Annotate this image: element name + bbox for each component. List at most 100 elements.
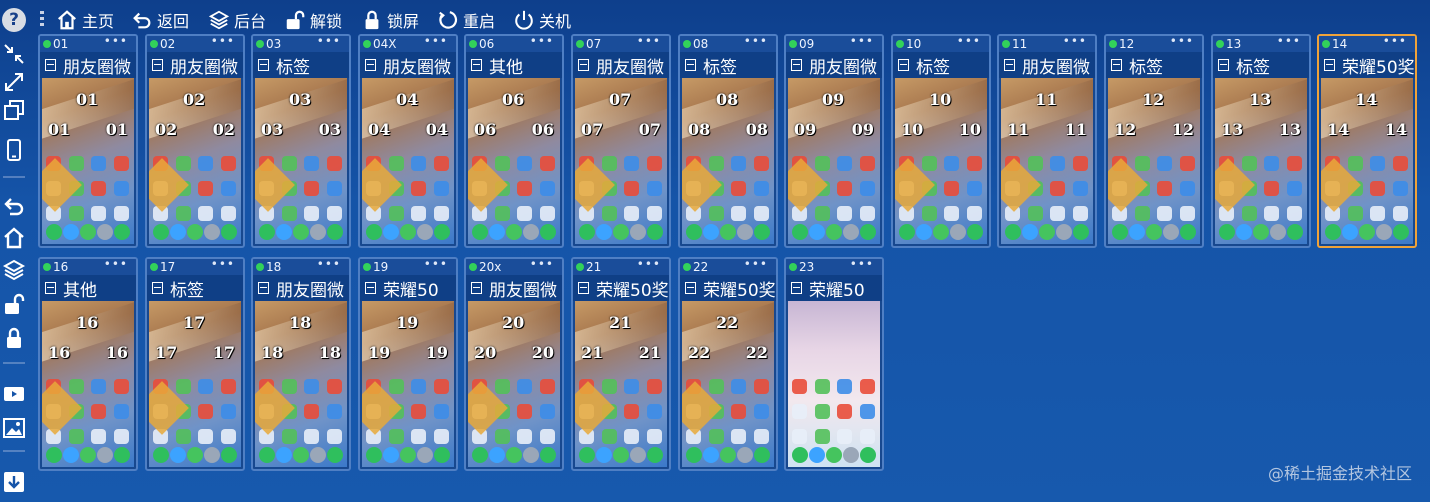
window-icon[interactable] xyxy=(45,282,56,294)
home-icon[interactable] xyxy=(2,226,26,250)
window-icon[interactable] xyxy=(791,59,802,71)
more-icon[interactable]: ••• xyxy=(1170,36,1194,48)
device-tile[interactable]: 06 ••• 其他 06 06 06 xyxy=(464,34,564,248)
device-tile[interactable]: 13 ••• 标签 13 13 13 xyxy=(1211,34,1311,248)
device-tile[interactable]: 02 ••• 朋友圈微 02 02 02 xyxy=(145,34,245,248)
device-tile[interactable]: 17 ••• 标签 17 17 17 xyxy=(145,257,245,471)
shutdown-button[interactable]: 关机 xyxy=(513,8,571,32)
image-icon[interactable] xyxy=(2,416,26,440)
device-screen[interactable]: 10 10 10 xyxy=(895,78,987,244)
more-icon[interactable]: ••• xyxy=(850,259,874,271)
more-icon[interactable]: ••• xyxy=(744,36,768,48)
device-screen[interactable]: 17 17 17 xyxy=(149,301,241,467)
more-icon[interactable]: ••• xyxy=(530,259,554,271)
device-screen[interactable]: 03 03 03 xyxy=(255,78,347,244)
more-icon[interactable]: ••• xyxy=(1383,36,1407,48)
device-screen[interactable]: 11 11 11 xyxy=(1001,78,1093,244)
back-icon[interactable] xyxy=(2,194,26,218)
window-icon[interactable] xyxy=(791,282,802,294)
window-icon[interactable] xyxy=(471,282,482,294)
device-tile[interactable]: 12 ••• 标签 12 12 12 xyxy=(1104,34,1204,248)
more-icon[interactable]: ••• xyxy=(424,36,448,48)
more-icon[interactable]: ••• xyxy=(744,259,768,271)
restart-button[interactable]: 重启 xyxy=(437,8,495,32)
device-screen[interactable] xyxy=(788,301,880,467)
more-icon[interactable]: ••• xyxy=(957,36,981,48)
more-icon[interactable]: ••• xyxy=(530,36,554,48)
device-screen[interactable]: 04 04 04 xyxy=(362,78,454,244)
device-screen[interactable]: 16 16 16 xyxy=(42,301,134,467)
copy-icon[interactable] xyxy=(2,98,26,122)
window-icon[interactable] xyxy=(685,59,696,71)
window-icon[interactable] xyxy=(1324,59,1335,71)
device-tile[interactable]: 16 ••• 其他 16 16 16 xyxy=(38,257,138,471)
more-icon[interactable]: ••• xyxy=(317,36,341,48)
more-icon[interactable]: ••• xyxy=(424,259,448,271)
layers-icon[interactable] xyxy=(2,258,26,282)
window-icon[interactable] xyxy=(258,59,269,71)
window-icon[interactable] xyxy=(898,59,909,71)
more-icon[interactable]: ••• xyxy=(1063,36,1087,48)
more-icon[interactable]: ••• xyxy=(1277,36,1301,48)
window-icon[interactable] xyxy=(471,59,482,71)
device-tile[interactable]: 14 ••• 荣耀50奖 14 14 14 xyxy=(1317,34,1417,248)
home-button[interactable]: 主页 xyxy=(56,8,114,32)
unlock-button[interactable]: 解锁 xyxy=(284,8,342,32)
device-tile[interactable]: 01 ••• 朋友圈微 01 01 01 xyxy=(38,34,138,248)
window-icon[interactable] xyxy=(685,282,696,294)
more-icon[interactable]: ••• xyxy=(211,259,235,271)
device-tile[interactable]: 22 ••• 荣耀50奖 22 22 22 xyxy=(678,257,778,471)
more-icon[interactable]: ••• xyxy=(104,36,128,48)
device-screen[interactable]: 06 06 06 xyxy=(468,78,560,244)
device-tile[interactable]: 19 ••• 荣耀50 19 19 19 xyxy=(358,257,458,471)
window-icon[interactable] xyxy=(1004,59,1015,71)
device-tile[interactable]: 10 ••• 标签 10 10 10 xyxy=(891,34,991,248)
window-icon[interactable] xyxy=(1218,59,1229,71)
device-screen[interactable]: 20 20 20 xyxy=(468,301,560,467)
unlock-icon[interactable] xyxy=(2,292,26,316)
expand-icon[interactable] xyxy=(2,70,26,94)
device-tile[interactable]: 04X ••• 朋友圈微 04 04 04 xyxy=(358,34,458,248)
device-tile[interactable]: 21 ••• 荣耀50奖 21 21 21 xyxy=(571,257,671,471)
window-icon[interactable] xyxy=(1111,59,1122,71)
more-icon[interactable]: ••• xyxy=(637,259,661,271)
more-icon[interactable]: ••• xyxy=(850,36,874,48)
window-icon[interactable] xyxy=(365,59,376,71)
help-icon[interactable]: ? xyxy=(2,8,26,32)
lock-screen-button[interactable]: 锁屏 xyxy=(361,8,419,32)
device-screen[interactable]: 18 18 18 xyxy=(255,301,347,467)
device-screen[interactable]: 21 21 21 xyxy=(575,301,667,467)
download-icon[interactable] xyxy=(2,470,26,494)
device-screen[interactable]: 14 14 14 xyxy=(1321,78,1413,244)
device-screen[interactable]: 19 19 19 xyxy=(362,301,454,467)
device-screen[interactable]: 09 09 09 xyxy=(788,78,880,244)
phone-icon[interactable] xyxy=(2,138,26,162)
device-tile[interactable]: 23 ••• 荣耀50 xyxy=(784,257,884,471)
background-tasks-button[interactable]: 后台 xyxy=(208,8,266,32)
device-tile[interactable]: 08 ••• 标签 08 08 08 xyxy=(678,34,778,248)
device-tile[interactable]: 20x ••• 朋友圈微 20 20 20 xyxy=(464,257,564,471)
lock-icon[interactable] xyxy=(2,326,26,350)
device-screen[interactable]: 07 07 07 xyxy=(575,78,667,244)
shrink-icon[interactable] xyxy=(2,42,26,66)
window-icon[interactable] xyxy=(258,282,269,294)
more-icon[interactable]: ••• xyxy=(211,36,235,48)
device-screen[interactable]: 22 22 22 xyxy=(682,301,774,467)
window-icon[interactable] xyxy=(45,59,56,71)
device-tile[interactable]: 18 ••• 朋友圈微 18 18 18 xyxy=(251,257,351,471)
video-icon[interactable] xyxy=(2,382,26,406)
window-icon[interactable] xyxy=(578,282,589,294)
device-tile[interactable]: 07 ••• 朋友圈微 07 07 07 xyxy=(571,34,671,248)
more-icon[interactable]: ••• xyxy=(104,259,128,271)
window-icon[interactable] xyxy=(152,282,163,294)
window-icon[interactable] xyxy=(578,59,589,71)
device-tile[interactable]: 11 ••• 朋友圈微 11 11 11 xyxy=(997,34,1097,248)
device-screen[interactable]: 02 02 02 xyxy=(149,78,241,244)
drag-handle[interactable] xyxy=(40,11,44,29)
more-icon[interactable]: ••• xyxy=(317,259,341,271)
device-screen[interactable]: 12 12 12 xyxy=(1108,78,1200,244)
window-icon[interactable] xyxy=(365,282,376,294)
device-tile[interactable]: 09 ••• 朋友圈微 09 09 09 xyxy=(784,34,884,248)
back-button[interactable]: 返回 xyxy=(131,8,189,32)
device-tile[interactable]: 03 ••• 标签 03 03 03 xyxy=(251,34,351,248)
